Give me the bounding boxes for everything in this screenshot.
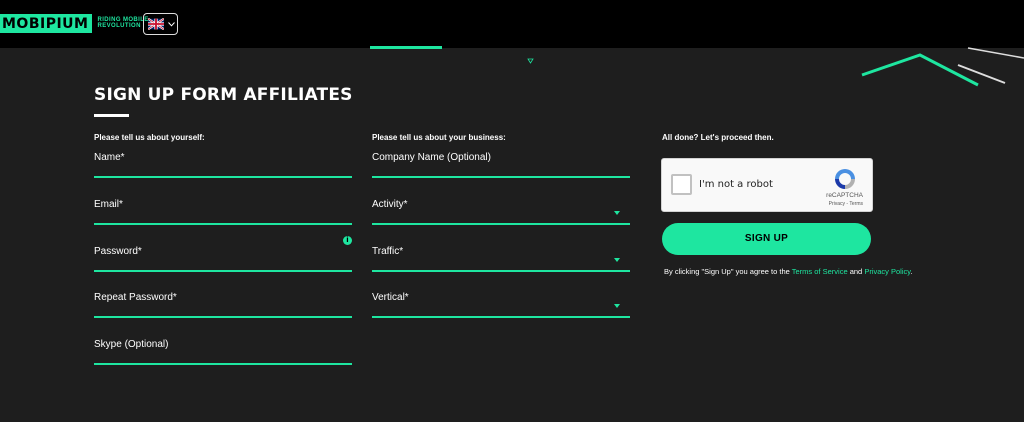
name-label: Name* <box>94 152 125 163</box>
company-name-field[interactable]: Company Name (Optional) <box>372 152 630 178</box>
activity-select[interactable]: Activity* <box>372 199 630 225</box>
repeat-password-field[interactable]: Repeat Password* <box>94 292 352 318</box>
recaptcha-terms-link[interactable]: Terms <box>849 201 863 207</box>
repeat-password-label: Repeat Password* <box>94 292 177 303</box>
traffic-select[interactable]: Traffic* <box>372 246 630 272</box>
password-field[interactable]: Password* i <box>94 236 352 272</box>
finish-heading: All done? Let's proceed then. <box>662 133 774 142</box>
page-title: SIGN UP FORM AFFILIATES <box>94 85 353 105</box>
info-icon[interactable]: i <box>343 236 352 245</box>
email-field[interactable]: Email* <box>94 199 352 225</box>
about-yourself-heading: Please tell us about yourself: <box>94 133 205 142</box>
privacy-policy-link[interactable]: Privacy Policy <box>864 267 910 276</box>
sign-up-button[interactable]: SIGN UP <box>662 223 871 255</box>
vertical-select[interactable]: Vertical* <box>372 292 630 318</box>
name-field[interactable]: Name* <box>94 152 352 178</box>
chevron-down-icon <box>168 21 175 27</box>
skype-label: Skype (Optional) <box>94 339 169 350</box>
company-name-label: Company Name (Optional) <box>372 152 491 163</box>
password-label: Password* <box>94 246 142 257</box>
terms-of-service-link[interactable]: Terms of Service <box>792 267 848 276</box>
title-underline <box>94 114 129 117</box>
dropdown-arrow-icon <box>614 258 620 262</box>
vertical-label: Vertical* <box>372 292 409 303</box>
recaptcha-brand: reCAPTCHA <box>826 192 863 199</box>
recaptcha-widget: I'm not a robot reCAPTCHA Privacy - Term… <box>661 158 873 212</box>
recaptcha-links: Privacy - Terms <box>829 201 863 207</box>
dropdown-arrow-icon <box>614 211 620 215</box>
legal-suffix: . <box>910 267 913 276</box>
skype-field[interactable]: Skype (Optional) <box>94 339 352 365</box>
recaptcha-privacy-link[interactable]: Privacy <box>829 201 845 207</box>
legal-notice: By clicking "Sign Up" you agree to the T… <box>664 267 913 276</box>
business-heading: Please tell us about your business: <box>372 133 506 142</box>
email-label: Email* <box>94 199 123 210</box>
uk-flag-icon <box>148 18 164 30</box>
recaptcha-logo-icon <box>835 169 855 189</box>
mobipium-logo[interactable]: MOBIPIUM RIDING MOBILE REVOLUTION <box>0 13 157 33</box>
captcha-label: I'm not a robot <box>699 179 773 190</box>
legal-prefix: By clicking "Sign Up" you agree to the <box>664 267 792 276</box>
traffic-label: Traffic* <box>372 246 404 257</box>
captcha-checkbox[interactable] <box>671 174 692 195</box>
activity-label: Activity* <box>372 199 408 210</box>
language-selector[interactable] <box>143 13 178 35</box>
legal-and: and <box>847 267 865 276</box>
logo-wordmark: MOBIPIUM <box>0 13 93 33</box>
dropdown-arrow-icon <box>614 304 620 308</box>
top-navbar: MOBIPIUM RIDING MOBILE REVOLUTION <box>0 0 1024 48</box>
